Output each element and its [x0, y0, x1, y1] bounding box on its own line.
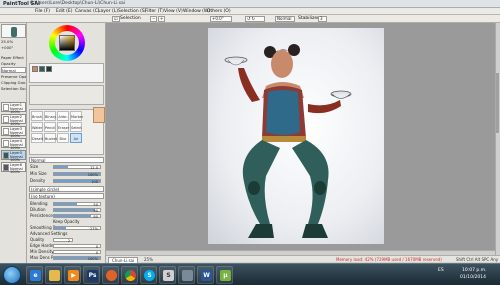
- min-size-label: Min Size: [30, 171, 47, 176]
- menu-others[interactable]: Others (O): [207, 9, 231, 14]
- ie-icon[interactable]: e: [26, 266, 43, 284]
- sai-icon[interactable]: S: [159, 266, 176, 284]
- menu-filter[interactable]: Filter (T): [145, 9, 164, 14]
- selection-label: Selection: [120, 16, 141, 21]
- word-icon[interactable]: W: [197, 266, 214, 284]
- layer-item[interactable]: Layer4 Normal 100%: [1, 138, 26, 150]
- swatch[interactable]: [32, 66, 38, 72]
- quality-label: Quality: [30, 237, 45, 242]
- tool-bucket[interactable]: Bucket: [44, 133, 57, 143]
- zoom-in-button[interactable]: +: [158, 16, 166, 22]
- tool-blur[interactable]: Blur: [57, 133, 69, 143]
- layer-thumbnail: [3, 164, 9, 171]
- color-wheel[interactable]: [49, 25, 85, 61]
- tool-airbrush[interactable]: Airbr.: [57, 111, 69, 121]
- brush-texture-select[interactable]: (no texture): [29, 193, 104, 199]
- menu-view[interactable]: View (V): [164, 9, 183, 14]
- menu-file[interactable]: File (F): [35, 9, 50, 14]
- canvas[interactable]: [208, 28, 384, 244]
- menu-selection[interactable]: Selection (S): [118, 9, 147, 14]
- scratchpad[interactable]: [29, 85, 104, 105]
- folder-icon[interactable]: [45, 266, 62, 284]
- brush-size-row[interactable]: Size 12.0: [29, 164, 104, 170]
- layer-thumbnail: [3, 140, 9, 147]
- chrome-icon[interactable]: [121, 266, 138, 284]
- stabilizer-select[interactable]: 3: [318, 16, 327, 22]
- memory-status: Memory load: 42% (729MB used / 1670MB re…: [336, 257, 442, 262]
- layer-item[interactable]: Layer3 Normal 100%: [1, 126, 26, 138]
- firefox-icon[interactable]: [102, 266, 119, 284]
- tool-air[interactable]: Air: [70, 133, 82, 143]
- swatch[interactable]: [46, 66, 52, 72]
- tool-pencil[interactable]: Pencil: [44, 122, 56, 132]
- dilution-label: Dilution: [30, 207, 46, 212]
- menu-bar: File (F) Edit (E) Canvas (C) Layer (L) S…: [0, 8, 500, 15]
- toolbar: ☑ Selection − + +0.0° ↺ ↻ Normal Stabili…: [0, 15, 500, 23]
- selection-toggle[interactable]: ☑: [112, 16, 120, 22]
- menu-edit[interactable]: Edit (E): [56, 9, 73, 14]
- layer-item[interactable]: Layer2 Normal 100%: [1, 114, 26, 126]
- blending-label: Blending: [30, 201, 48, 206]
- torrent-icon[interactable]: µ: [216, 266, 233, 284]
- title-bar: PaintTool SAI C:\Users\Lore\Desktop\Chun…: [0, 0, 500, 8]
- layer-thumbnail: [3, 116, 9, 123]
- menu-canvas[interactable]: Canvas (C): [75, 9, 100, 14]
- language-indicator[interactable]: ES: [438, 268, 444, 273]
- rotate-left-button[interactable]: ↺ ↻: [245, 16, 265, 22]
- angle-readout[interactable]: +000°: [1, 45, 26, 51]
- min-size-row[interactable]: Min Size 100%: [29, 171, 104, 177]
- layer-thumbnail: [3, 152, 9, 159]
- tool-brush[interactable]: Brush: [31, 111, 43, 121]
- layer-thumbnail: [3, 104, 9, 111]
- menu-layer[interactable]: Layer (L): [98, 9, 118, 14]
- clock-time[interactable]: 10:07 p.m.: [462, 268, 487, 273]
- character-illustration: [224, 44, 352, 238]
- brush-mode-select[interactable]: Normal: [29, 157, 104, 163]
- current-color-swatch[interactable]: [93, 107, 105, 123]
- taskbar: e ▶ Ps S S W µ ES 10:07 p.m. 01/10/2014: [0, 263, 500, 285]
- density-row[interactable]: Density 100: [29, 178, 104, 184]
- tool-panel: Brush Binary Airbr. Marker Water Pencil …: [27, 23, 106, 263]
- tool-deselect[interactable]: Deselt: [31, 133, 43, 143]
- clock-date[interactable]: 01/10/2014: [460, 275, 486, 280]
- swatch[interactable]: [39, 66, 45, 72]
- mode-select[interactable]: Normal: [275, 16, 295, 22]
- persistence-label: Persistence: [30, 213, 53, 218]
- start-button[interactable]: [3, 266, 21, 284]
- document-zoom: 25%: [144, 257, 153, 262]
- selection-source-checkbox[interactable]: Selection Source: [1, 86, 26, 92]
- tool-binary[interactable]: Binary: [44, 111, 56, 121]
- density-label: Density: [30, 178, 46, 183]
- saturation-value-picker[interactable]: [59, 35, 75, 51]
- tool-eraser[interactable]: Eraser: [57, 122, 69, 132]
- layer-item[interactable]: Layer6 Normal 100%: [1, 162, 26, 175]
- tool-marker[interactable]: Marker: [70, 111, 83, 121]
- calculator-icon[interactable]: [178, 266, 195, 284]
- vertical-scrollbar[interactable]: [495, 23, 500, 255]
- layer-panel: 25.0% +000° Paper Effect Opacity Normal …: [0, 23, 27, 263]
- layer-item-selected[interactable]: Layer5 Normal 100%: [1, 150, 26, 162]
- swatch-panel[interactable]: [29, 63, 104, 83]
- layer-thumbnail: [3, 128, 9, 135]
- skype-icon[interactable]: S: [140, 266, 157, 284]
- layer-name: Layer6 Normal 100%: [10, 163, 23, 175]
- window-title: C:\Users\Lore\Desktop\Chun-Li\Chun-Li.sa…: [30, 1, 126, 6]
- layer-item[interactable]: Layer1 Normal 100%: [1, 102, 26, 114]
- workspace[interactable]: [106, 23, 500, 255]
- status-bar: Chun-Li.sai 25% Memory load: 42% (729MB …: [106, 255, 500, 264]
- stabilizer-label: Stabilizer: [298, 16, 319, 21]
- navigator-thumbnail[interactable]: [1, 24, 26, 38]
- tool-select[interactable]: Select: [70, 122, 82, 132]
- zoom-out-button[interactable]: −: [150, 16, 158, 22]
- max-density-row[interactable]: Max Dens Pre 100%: [29, 255, 104, 261]
- blend-mode-select[interactable]: Normal: [1, 67, 26, 73]
- size-label: Size: [30, 164, 39, 169]
- rotation-field[interactable]: +0.0°: [210, 16, 232, 22]
- min-density-label: Min Density: [30, 249, 54, 254]
- photoshop-icon[interactable]: Ps: [83, 266, 100, 284]
- tool-water[interactable]: Water: [31, 122, 43, 132]
- brush-shape-select[interactable]: (simple circle): [29, 186, 104, 192]
- media-player-icon[interactable]: ▶: [64, 266, 81, 284]
- modifier-keys: Shift Ctrl Alt SPC Any: [456, 257, 499, 262]
